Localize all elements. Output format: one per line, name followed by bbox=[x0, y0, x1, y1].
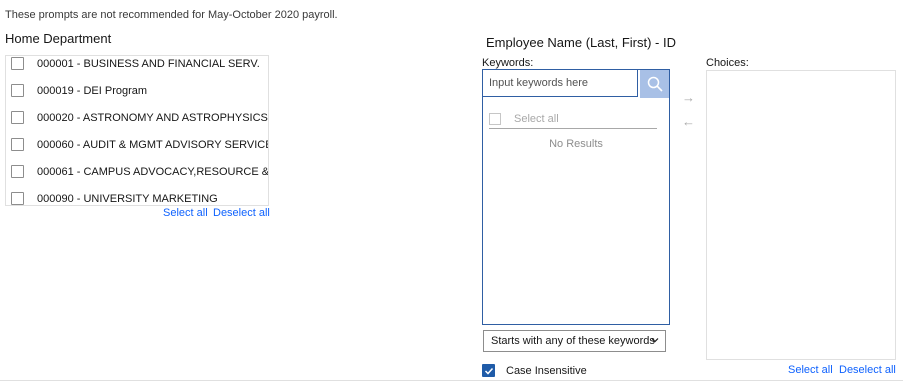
results-select-all-label: Select all bbox=[514, 113, 559, 125]
match-mode-select[interactable]: Starts with any of these keywords bbox=[483, 330, 666, 352]
checkbox[interactable] bbox=[11, 84, 24, 97]
list-item[interactable]: 000090 - UNIVERSITY MARKETING bbox=[6, 185, 268, 205]
keyword-search-input[interactable]: Input keywords here bbox=[483, 70, 638, 97]
list-item-label: 000060 - AUDIT & MGMT ADVISORY SERVICES bbox=[37, 138, 269, 151]
home-department-deselect-all-link[interactable]: Deselect all bbox=[213, 207, 270, 219]
keyword-search-panel: Input keywords here Select all No Result… bbox=[482, 69, 670, 325]
list-item-label: 000001 - BUSINESS AND FINANCIAL SERV. bbox=[37, 57, 260, 70]
arrow-left-icon[interactable]: ← bbox=[682, 114, 695, 129]
home-department-list[interactable]: 000001 - BUSINESS AND FINANCIAL SERV. 00… bbox=[5, 55, 269, 206]
case-insensitive-checkbox[interactable] bbox=[482, 364, 495, 377]
choices-list[interactable] bbox=[706, 70, 896, 360]
list-item[interactable]: 000060 - AUDIT & MGMT ADVISORY SERVICES bbox=[6, 131, 268, 158]
results-select-all-row: Select all bbox=[489, 110, 657, 129]
list-item-label: 000020 - ASTRONOMY AND ASTROPHYSICS bbox=[37, 111, 268, 124]
list-item[interactable]: 000020 - ASTRONOMY AND ASTROPHYSICS bbox=[6, 104, 268, 131]
checkbox[interactable] bbox=[11, 138, 24, 151]
match-mode-value: Starts with any of these keywords bbox=[491, 335, 655, 347]
checkbox[interactable] bbox=[11, 57, 24, 70]
employee-name-label: Employee Name (Last, First) - ID bbox=[486, 35, 676, 50]
choices-deselect-all-link[interactable]: Deselect all bbox=[839, 364, 896, 376]
checkbox[interactable] bbox=[11, 111, 24, 124]
choices-select-all-link[interactable]: Select all bbox=[788, 364, 833, 376]
home-department-label: Home Department bbox=[5, 31, 112, 46]
home-department-select-all-link[interactable]: Select all bbox=[163, 207, 208, 219]
payroll-notice: These prompts are not recommended for Ma… bbox=[5, 9, 338, 21]
checkmark-icon bbox=[484, 367, 493, 375]
case-insensitive-label: Case Insensitive bbox=[506, 365, 587, 377]
list-item[interactable]: 000061 - CAMPUS ADVOCACY,RESOURCE & EDU bbox=[6, 158, 268, 185]
checkbox[interactable] bbox=[11, 192, 24, 205]
search-icon bbox=[647, 76, 663, 92]
list-item[interactable]: 000019 - DEI Program bbox=[6, 77, 268, 104]
keywords-label: Keywords: bbox=[482, 57, 534, 69]
list-item-label: 000019 - DEI Program bbox=[37, 84, 148, 97]
divider bbox=[0, 380, 903, 381]
results-select-all-checkbox bbox=[489, 113, 501, 125]
list-item-label: 000061 - CAMPUS ADVOCACY,RESOURCE & EDU bbox=[37, 165, 269, 178]
chevron-down-icon bbox=[651, 338, 659, 343]
list-item-label: 000090 - UNIVERSITY MARKETING bbox=[37, 192, 218, 205]
arrow-right-icon[interactable]: → bbox=[682, 90, 695, 105]
no-results-text: No Results bbox=[549, 138, 603, 150]
list-item[interactable]: 000001 - BUSINESS AND FINANCIAL SERV. bbox=[6, 56, 268, 77]
search-button[interactable] bbox=[640, 70, 669, 98]
checkbox[interactable] bbox=[11, 165, 24, 178]
choices-label: Choices: bbox=[706, 57, 749, 69]
